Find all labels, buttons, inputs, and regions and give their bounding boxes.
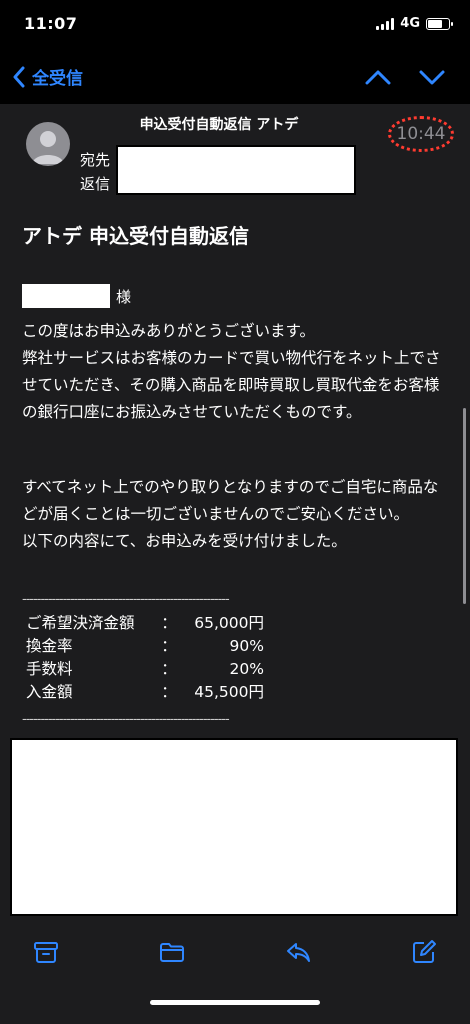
redacted-recipient [116,145,356,195]
divider-bottom: ----------------------------------------… [22,712,230,727]
archive-icon[interactable] [32,938,60,966]
body-paragraph-2: すべてネット上でのやり取りとなりますのでご自宅に商品などが届くことは一切ございま… [22,478,439,550]
chevron-up-icon[interactable] [364,66,392,88]
fee-label: 入金額 [26,683,73,701]
divider-top: ----------------------------------------… [22,592,230,607]
redacted-content [10,738,458,916]
folder-icon[interactable] [158,938,186,966]
person-icon [32,131,64,164]
home-indicator [150,1000,320,1005]
nav-bar: 全受信 [0,44,470,104]
status-time: 11:07 [24,14,78,33]
fee-label: 手数料 [26,660,73,678]
mail-time: 10:44 [396,124,446,144]
status-bar: 11:07 4G [0,0,470,44]
reply-icon[interactable] [284,938,312,966]
fee-colon: ： [161,683,177,701]
mail-title: アトデ 申込受付自動返信 [22,224,249,248]
fee-row: 入金額 ： 45,500円 [26,681,264,704]
scrollbar[interactable] [463,408,466,604]
fee-value: 45,500円 [194,683,264,701]
battery-icon [426,17,453,30]
to-label: 宛先 [80,151,111,169]
back-label: 全受信 [32,69,83,89]
avatar[interactable] [26,122,70,166]
fee-colon: ： [161,660,177,678]
chevron-down-icon[interactable] [418,66,446,88]
header-labels: 宛先 返信 [80,148,110,196]
compose-icon[interactable] [410,938,438,966]
body-paragraph-1: この度はお申込みありがとうございます。 弊社サービスはお客様のカードで買い物代行… [22,322,441,421]
fee-colon: ： [161,614,177,632]
status-indicators: 4G [376,16,453,31]
fee-value: 90% [229,637,264,655]
network-label: 4G [400,16,420,31]
chevron-left-icon [13,66,25,87]
message-nav [364,66,446,88]
redacted-name [22,284,110,308]
mail-body: アトデ 申込受付自動返信 様 この度はお申込みありがとうございます。 弊社サービ… [0,208,470,918]
honorific: 様 [116,288,132,306]
signal-icon [376,17,395,30]
fee-row: ご希望決済金額 ： 65,000円 [26,612,264,635]
fee-label: ご希望決済金額 [26,614,135,632]
reply-to-label: 返信 [80,175,111,193]
fee-table: ご希望決済金額 ： 65,000円 換金率 ： 90% 手数料 ： 20% 入金… [26,612,264,704]
fee-value: 20% [229,660,264,678]
fee-colon: ： [161,637,177,655]
fee-label: 換金率 [26,637,73,655]
fee-row: 手数料 ： 20% [26,658,264,681]
fee-value: 65,000円 [194,614,264,632]
bottom-toolbar [0,918,470,1024]
mail-time-highlight: 10:44 [388,116,454,152]
fee-row: 換金率 ： 90% [26,635,264,658]
back-button[interactable]: 全受信 [12,64,83,89]
